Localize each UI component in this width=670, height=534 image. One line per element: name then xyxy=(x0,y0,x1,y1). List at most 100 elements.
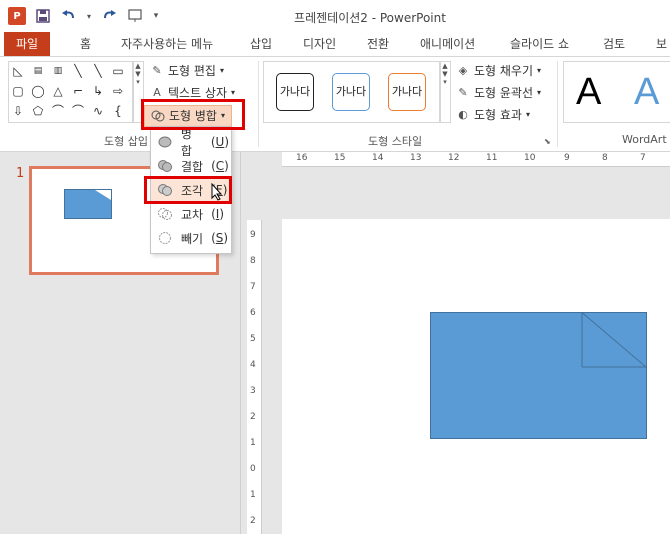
menu-item-shortcut: (U) xyxy=(210,135,229,149)
ruler-label: 8 xyxy=(602,153,608,163)
menu-item-shortcut: (S) xyxy=(211,231,229,245)
menu-item-union[interactable]: 병합 (U) xyxy=(151,127,229,158)
menu-item-label: 병합 xyxy=(180,127,192,158)
rounded-rectangle-shape-icon[interactable]: ▢ xyxy=(11,84,25,98)
ruler-label: 12 xyxy=(448,153,460,163)
rectangle-shape[interactable] xyxy=(430,312,648,440)
chevron-down-icon: ▾ xyxy=(525,110,530,119)
shape-effects-button[interactable]: ◐ 도형 효과 ▾ xyxy=(456,105,530,125)
chevron-down-icon: ▾ xyxy=(219,66,224,75)
pentagon-shape-icon[interactable]: ⬠ xyxy=(31,104,45,118)
ruler-label: 6 xyxy=(250,308,256,318)
shape-effects-label: 도형 효과 xyxy=(474,108,522,122)
tab-transitions[interactable]: 전환 xyxy=(367,32,389,56)
triangle-shape-icon[interactable]: △ xyxy=(51,84,65,98)
ruler-label: 9 xyxy=(250,230,256,240)
slide-number: 1 xyxy=(16,166,25,181)
shapes-gallery[interactable]: ◺ ▤ ▥ ╲ ╲ ▭ ▢ ◯ △ ⌐ ↳ ⇨ ⇩ ⬠ ⌒ ⌒ ∿ { xyxy=(8,61,134,123)
shape-fill-button[interactable]: ◈ 도형 채우기 ▾ xyxy=(456,61,541,81)
wordart-style-blue[interactable]: A xyxy=(634,70,659,114)
tab-frequently-used[interactable]: 자주사용하는 메뉴 xyxy=(121,32,213,56)
highlight-box-merge-button xyxy=(141,99,245,130)
menu-item-combine[interactable]: 결합 (C) xyxy=(151,155,229,177)
title-bar: P ▾ ▾ 프레젠테이션2 - PowerPoint xyxy=(0,0,670,32)
wordart-style-black[interactable]: A xyxy=(576,70,601,114)
tab-review[interactable]: 검토 xyxy=(603,32,625,56)
down-arrow-shape-icon[interactable]: ⇩ xyxy=(11,104,25,118)
combine-icon xyxy=(158,160,172,172)
dialog-launcher-icon[interactable]: ⬊ xyxy=(544,137,551,146)
freeform-shape-icon[interactable]: ∿ xyxy=(91,104,105,118)
ribbon: ◺ ▤ ▥ ╲ ╲ ▭ ▢ ◯ △ ⌐ ↳ ⇨ ⇩ ⬠ ⌒ ⌒ ∿ { ▲ ▼ ▾ … xyxy=(0,56,670,152)
style-swatch-blue[interactable]: 가나다 xyxy=(332,73,370,111)
tab-animations[interactable]: 애니메이션 xyxy=(420,32,475,56)
oval-shape-icon[interactable]: ◯ xyxy=(31,84,45,98)
subtract-icon xyxy=(159,232,171,244)
tab-insert[interactable]: 삽입 xyxy=(250,32,272,56)
textbox-shape-icon[interactable]: ▤ xyxy=(31,64,45,78)
ruler-label: 2 xyxy=(250,412,256,422)
ruler-label: 2 xyxy=(250,516,256,526)
line-arrow-shape-icon[interactable]: ╲ xyxy=(91,64,105,78)
shape-outline-button[interactable]: ✎ 도형 윤곽선 ▾ xyxy=(456,83,541,103)
shape-fill-label: 도형 채우기 xyxy=(474,64,534,78)
tab-slideshow[interactable]: 슬라이드 쇼 xyxy=(510,32,569,56)
menu-item-subtract[interactable]: 빼기 (S) xyxy=(151,227,229,249)
ruler-label: 4 xyxy=(250,360,256,370)
ruler-label: 10 xyxy=(524,153,536,163)
menu-item-intersect[interactable]: 교차 (I) xyxy=(151,203,229,225)
text-box-icon: A xyxy=(153,86,161,99)
rectangle-shape-icon[interactable]: ▭ xyxy=(111,64,125,78)
shape-styles-group-label: 도형 스타일 xyxy=(368,135,423,148)
right-triangle-shape-icon[interactable]: ◺ xyxy=(11,64,25,78)
style-swatch-orange[interactable]: 가나다 xyxy=(388,73,426,111)
chevron-down-icon: ▾ xyxy=(537,88,542,97)
right-arrow-shape-icon[interactable]: ⇨ xyxy=(111,84,125,98)
ruler-label: 0 xyxy=(250,464,256,474)
pen-icon: ✎ xyxy=(458,86,468,99)
mouse-pointer-icon xyxy=(211,183,223,201)
vertical-textbox-shape-icon[interactable]: ▥ xyxy=(51,64,65,78)
ruler-label: 7 xyxy=(250,282,256,292)
ruler-label: 13 xyxy=(410,153,422,163)
ruler-label: 1 xyxy=(250,490,256,500)
tab-design[interactable]: 디자인 xyxy=(303,32,336,56)
arc-shape-icon[interactable]: ⌒ xyxy=(71,104,85,118)
paint-bucket-icon: ◈ xyxy=(458,64,468,77)
tab-view[interactable]: 보 xyxy=(656,32,667,56)
curve-shape-icon[interactable]: ⌒ xyxy=(51,104,65,118)
horizontal-ruler: 16 15 14 13 12 11 10 9 8 7 xyxy=(282,152,670,167)
shape-outline-label: 도형 윤곽선 xyxy=(474,86,534,100)
menu-item-label: 결합 xyxy=(181,159,204,174)
group-divider xyxy=(557,61,558,147)
shape-styles-scroll[interactable]: ▲ ▼ ▾ xyxy=(439,61,451,123)
ribbon-tabs: 파일 홈 자주사용하는 메뉴 삽입 디자인 전환 애니메이션 슬라이드 쇼 검토… xyxy=(0,32,670,56)
wordart-group-label: WordArt xyxy=(622,133,667,146)
intersect-icon xyxy=(158,208,172,220)
ruler-label: 8 xyxy=(250,256,256,266)
ruler-label: 9 xyxy=(564,153,570,163)
ruler-label: 11 xyxy=(486,153,498,163)
wordart-gallery[interactable]: A A xyxy=(563,61,670,123)
ruler-label: 3 xyxy=(250,386,256,396)
shape-styles-gallery[interactable]: 가나다 가나다 가나다 xyxy=(263,61,441,123)
tab-file[interactable]: 파일 xyxy=(4,32,51,56)
elbow-arrow-shape-icon[interactable]: ↳ xyxy=(91,84,105,98)
chevron-down-icon: ▾ xyxy=(537,66,542,75)
line-shape-icon[interactable]: ╲ xyxy=(71,64,85,78)
ruler-label: 15 xyxy=(334,153,346,163)
menu-item-shortcut: (I) xyxy=(211,207,225,221)
menu-item-label: 교차 xyxy=(181,207,204,222)
slide-canvas[interactable] xyxy=(282,219,670,534)
menu-item-label: 빼기 xyxy=(181,231,204,246)
ruler-label: 5 xyxy=(250,334,256,344)
brace-shape-icon[interactable]: { xyxy=(111,104,125,118)
group-divider xyxy=(258,61,259,147)
ruler-label: 7 xyxy=(640,153,646,163)
elbow-connector-shape-icon[interactable]: ⌐ xyxy=(71,84,85,98)
tab-home[interactable]: 홈 xyxy=(80,32,91,56)
edit-shape-button[interactable]: ✎ 도형 편집 ▾ xyxy=(150,61,224,81)
window-title: 프레젠테이션2 - PowerPoint xyxy=(294,11,446,25)
edit-shape-icon: ✎ xyxy=(152,64,162,77)
style-swatch-dark[interactable]: 가나다 xyxy=(276,73,314,111)
